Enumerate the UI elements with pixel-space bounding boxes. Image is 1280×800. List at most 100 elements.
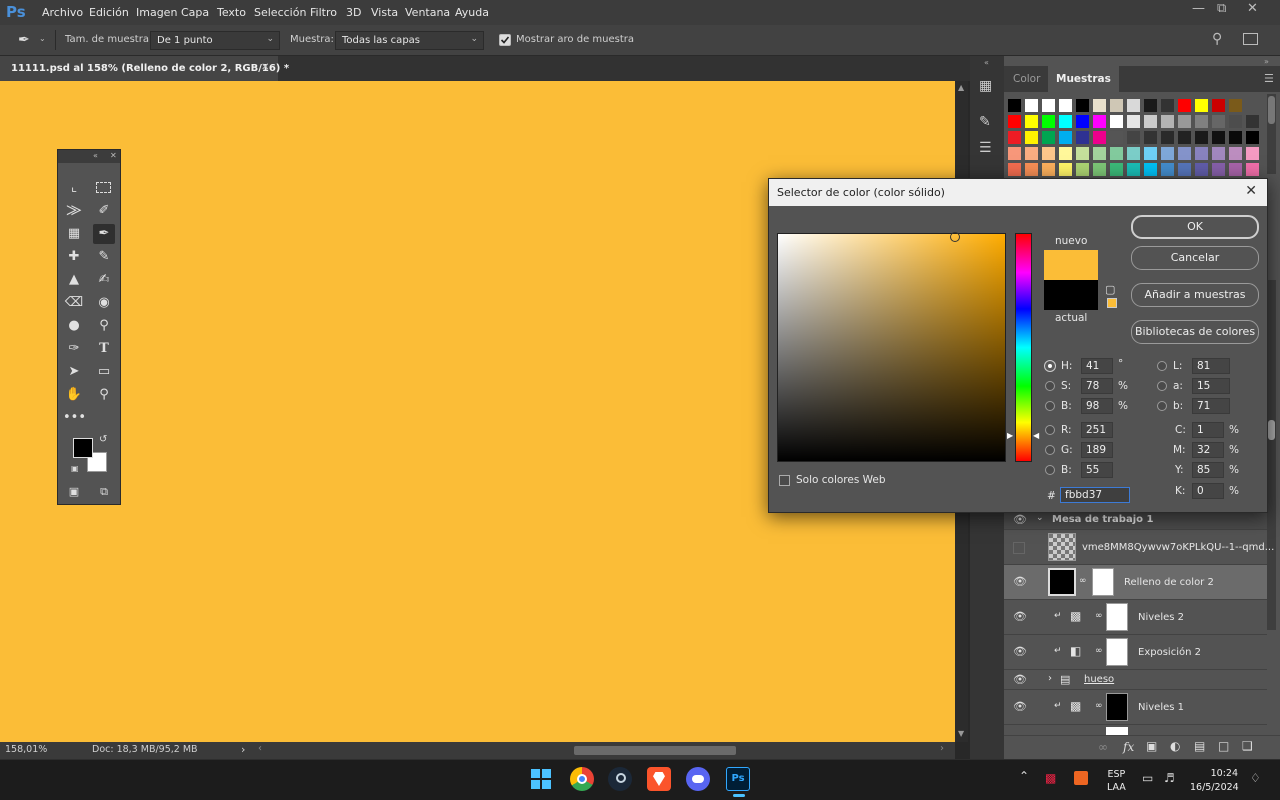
collapse-panel-icon[interactable]: » [1264,57,1269,66]
color-swatch[interactable] [1008,131,1021,144]
notifications-icon[interactable]: ♢ [1250,771,1261,785]
input-l[interactable]: 81 [1192,358,1230,374]
radio-a[interactable] [1157,381,1167,391]
show-hidden-icons-icon[interactable]: ⌃ [1019,769,1029,783]
color-swatch[interactable] [1144,115,1157,128]
hue-slider-right-arrow-icon[interactable]: ◀ [1033,431,1039,440]
scroll-right-icon[interactable]: › [940,743,944,754]
chrome-icon[interactable] [570,767,594,791]
volume-icon[interactable]: ♬ [1164,771,1175,785]
color-swatch[interactable] [1110,99,1123,112]
visibility-eye-icon[interactable]: 👁 [1013,646,1027,657]
color-swatch[interactable] [1144,99,1157,112]
brush-settings-panel-icon[interactable]: ✎ [979,114,991,130]
menu-imagen[interactable]: Imagen [136,6,177,19]
input-rgb-b[interactable]: 55 [1081,462,1113,478]
eyedropper-tool-icon[interactable]: ✒ [93,224,115,244]
language-indicator[interactable]: ESP LAA [1107,768,1126,794]
color-swatch[interactable] [1178,147,1191,160]
menu-archivo[interactable]: Archivo [42,6,83,19]
visibility-eye-icon[interactable]: 👁 [1013,514,1027,525]
color-swatch[interactable] [1212,147,1225,160]
add-to-swatches-button[interactable]: Añadir a muestras [1131,283,1259,307]
dialog-title-bar[interactable]: Selector de color (color sólido) [769,179,1267,206]
color-swatch[interactable] [1076,131,1089,144]
color-swatch[interactable] [1042,147,1055,160]
radio-l[interactable] [1157,361,1167,371]
color-field-cursor[interactable] [950,232,960,242]
color-swatch[interactable] [1110,163,1123,176]
color-swatch[interactable] [1144,163,1157,176]
menu-ventana[interactable]: Ventana [405,6,450,19]
brave-icon[interactable] [647,767,671,791]
color-swatch[interactable] [1178,163,1191,176]
rectangle-tool-icon[interactable]: ▭ [93,362,115,382]
network-icon[interactable]: ▭ [1142,771,1153,785]
input-k[interactable]: 0 [1192,483,1224,499]
color-swatch[interactable] [1144,131,1157,144]
color-swatch[interactable] [1127,99,1140,112]
layer-group-row[interactable]: 👁 ⌄ Mesa de trabajo 1 [1004,510,1267,530]
input-b[interactable]: 98 [1081,398,1113,414]
tools-panel-header[interactable]: « ✕ [58,150,120,163]
layer-row[interactable]: 👁 ↵ ▩ ∞ Niveles 2 [1004,600,1267,635]
marquee-tool-icon[interactable] [93,178,115,198]
healing-brush-tool-icon[interactable]: ✚ [63,247,85,267]
web-safe-swatch[interactable] [1107,298,1117,308]
status-menu-chevron-icon[interactable]: › [241,743,245,756]
clock[interactable]: 10:24 16/5/2024 [1190,767,1239,795]
frame-tool-icon[interactable]: ▦ [63,224,85,244]
color-swatch[interactable] [1212,115,1225,128]
color-swatch[interactable] [1076,115,1089,128]
delete-layer-icon[interactable]: ❑ [1242,739,1253,753]
color-swatch[interactable] [1008,99,1021,112]
color-swatch[interactable] [1025,131,1038,144]
screen-mode-icon[interactable]: ⧉ [93,482,115,502]
color-swatch[interactable] [1093,163,1106,176]
color-swatch[interactable] [1178,115,1191,128]
color-swatch[interactable] [1076,99,1089,112]
color-swatch[interactable] [1195,99,1208,112]
cancel-button[interactable]: Cancelar [1131,246,1259,270]
color-swatch[interactable] [1042,99,1055,112]
blur-tool-icon[interactable]: ● [63,316,85,336]
radio-s[interactable] [1045,381,1055,391]
input-a[interactable]: 15 [1192,378,1230,394]
tab-color[interactable]: Color [1005,66,1048,92]
color-libraries-button[interactable]: Bibliotecas de colores [1131,320,1259,344]
color-swatch[interactable] [1229,147,1242,160]
color-swatch[interactable] [1161,163,1174,176]
input-g[interactable]: 189 [1081,442,1113,458]
windows-start-icon[interactable] [531,769,551,789]
color-swatch[interactable] [1059,115,1072,128]
workspace-icon[interactable] [1243,33,1258,45]
close-icon[interactable]: ✕ [1245,183,1257,199]
visibility-off-box[interactable] [1013,542,1025,554]
history-brush-tool-icon[interactable]: ✍ [93,270,115,290]
discord-icon[interactable] [686,767,710,791]
color-swatch[interactable] [1008,147,1021,160]
color-swatch[interactable] [1093,131,1106,144]
color-swatch[interactable] [1093,115,1106,128]
color-swatch[interactable] [1246,163,1259,176]
visibility-eye-icon[interactable]: 👁 [1013,701,1027,712]
input-s[interactable]: 78 [1081,378,1113,394]
restore-icon[interactable]: ⧉ [1217,1,1226,16]
expand-panels-icon[interactable]: « [984,58,989,67]
color-swatch[interactable] [1076,163,1089,176]
color-swatch[interactable] [1195,163,1208,176]
color-swatch[interactable] [1059,163,1072,176]
radio-rgb-b[interactable] [1045,465,1055,475]
color-swatch[interactable] [1212,163,1225,176]
adjustments-panel-icon[interactable]: ☰ [979,140,992,156]
steam-icon[interactable] [608,767,632,791]
type-tool-icon[interactable]: T [93,339,115,359]
path-selection-tool-icon[interactable]: ➤ [63,362,85,382]
color-swatch[interactable] [1059,131,1072,144]
menu-edicion[interactable]: Edición [89,6,129,19]
paint-bucket-tool-icon[interactable]: ◉ [93,293,115,313]
color-swatch[interactable] [1110,115,1123,128]
minimize-icon[interactable]: — [1192,1,1205,16]
show-ring-checkbox[interactable] [499,34,511,46]
zoom-tool-icon[interactable]: ⚲ [93,385,115,405]
